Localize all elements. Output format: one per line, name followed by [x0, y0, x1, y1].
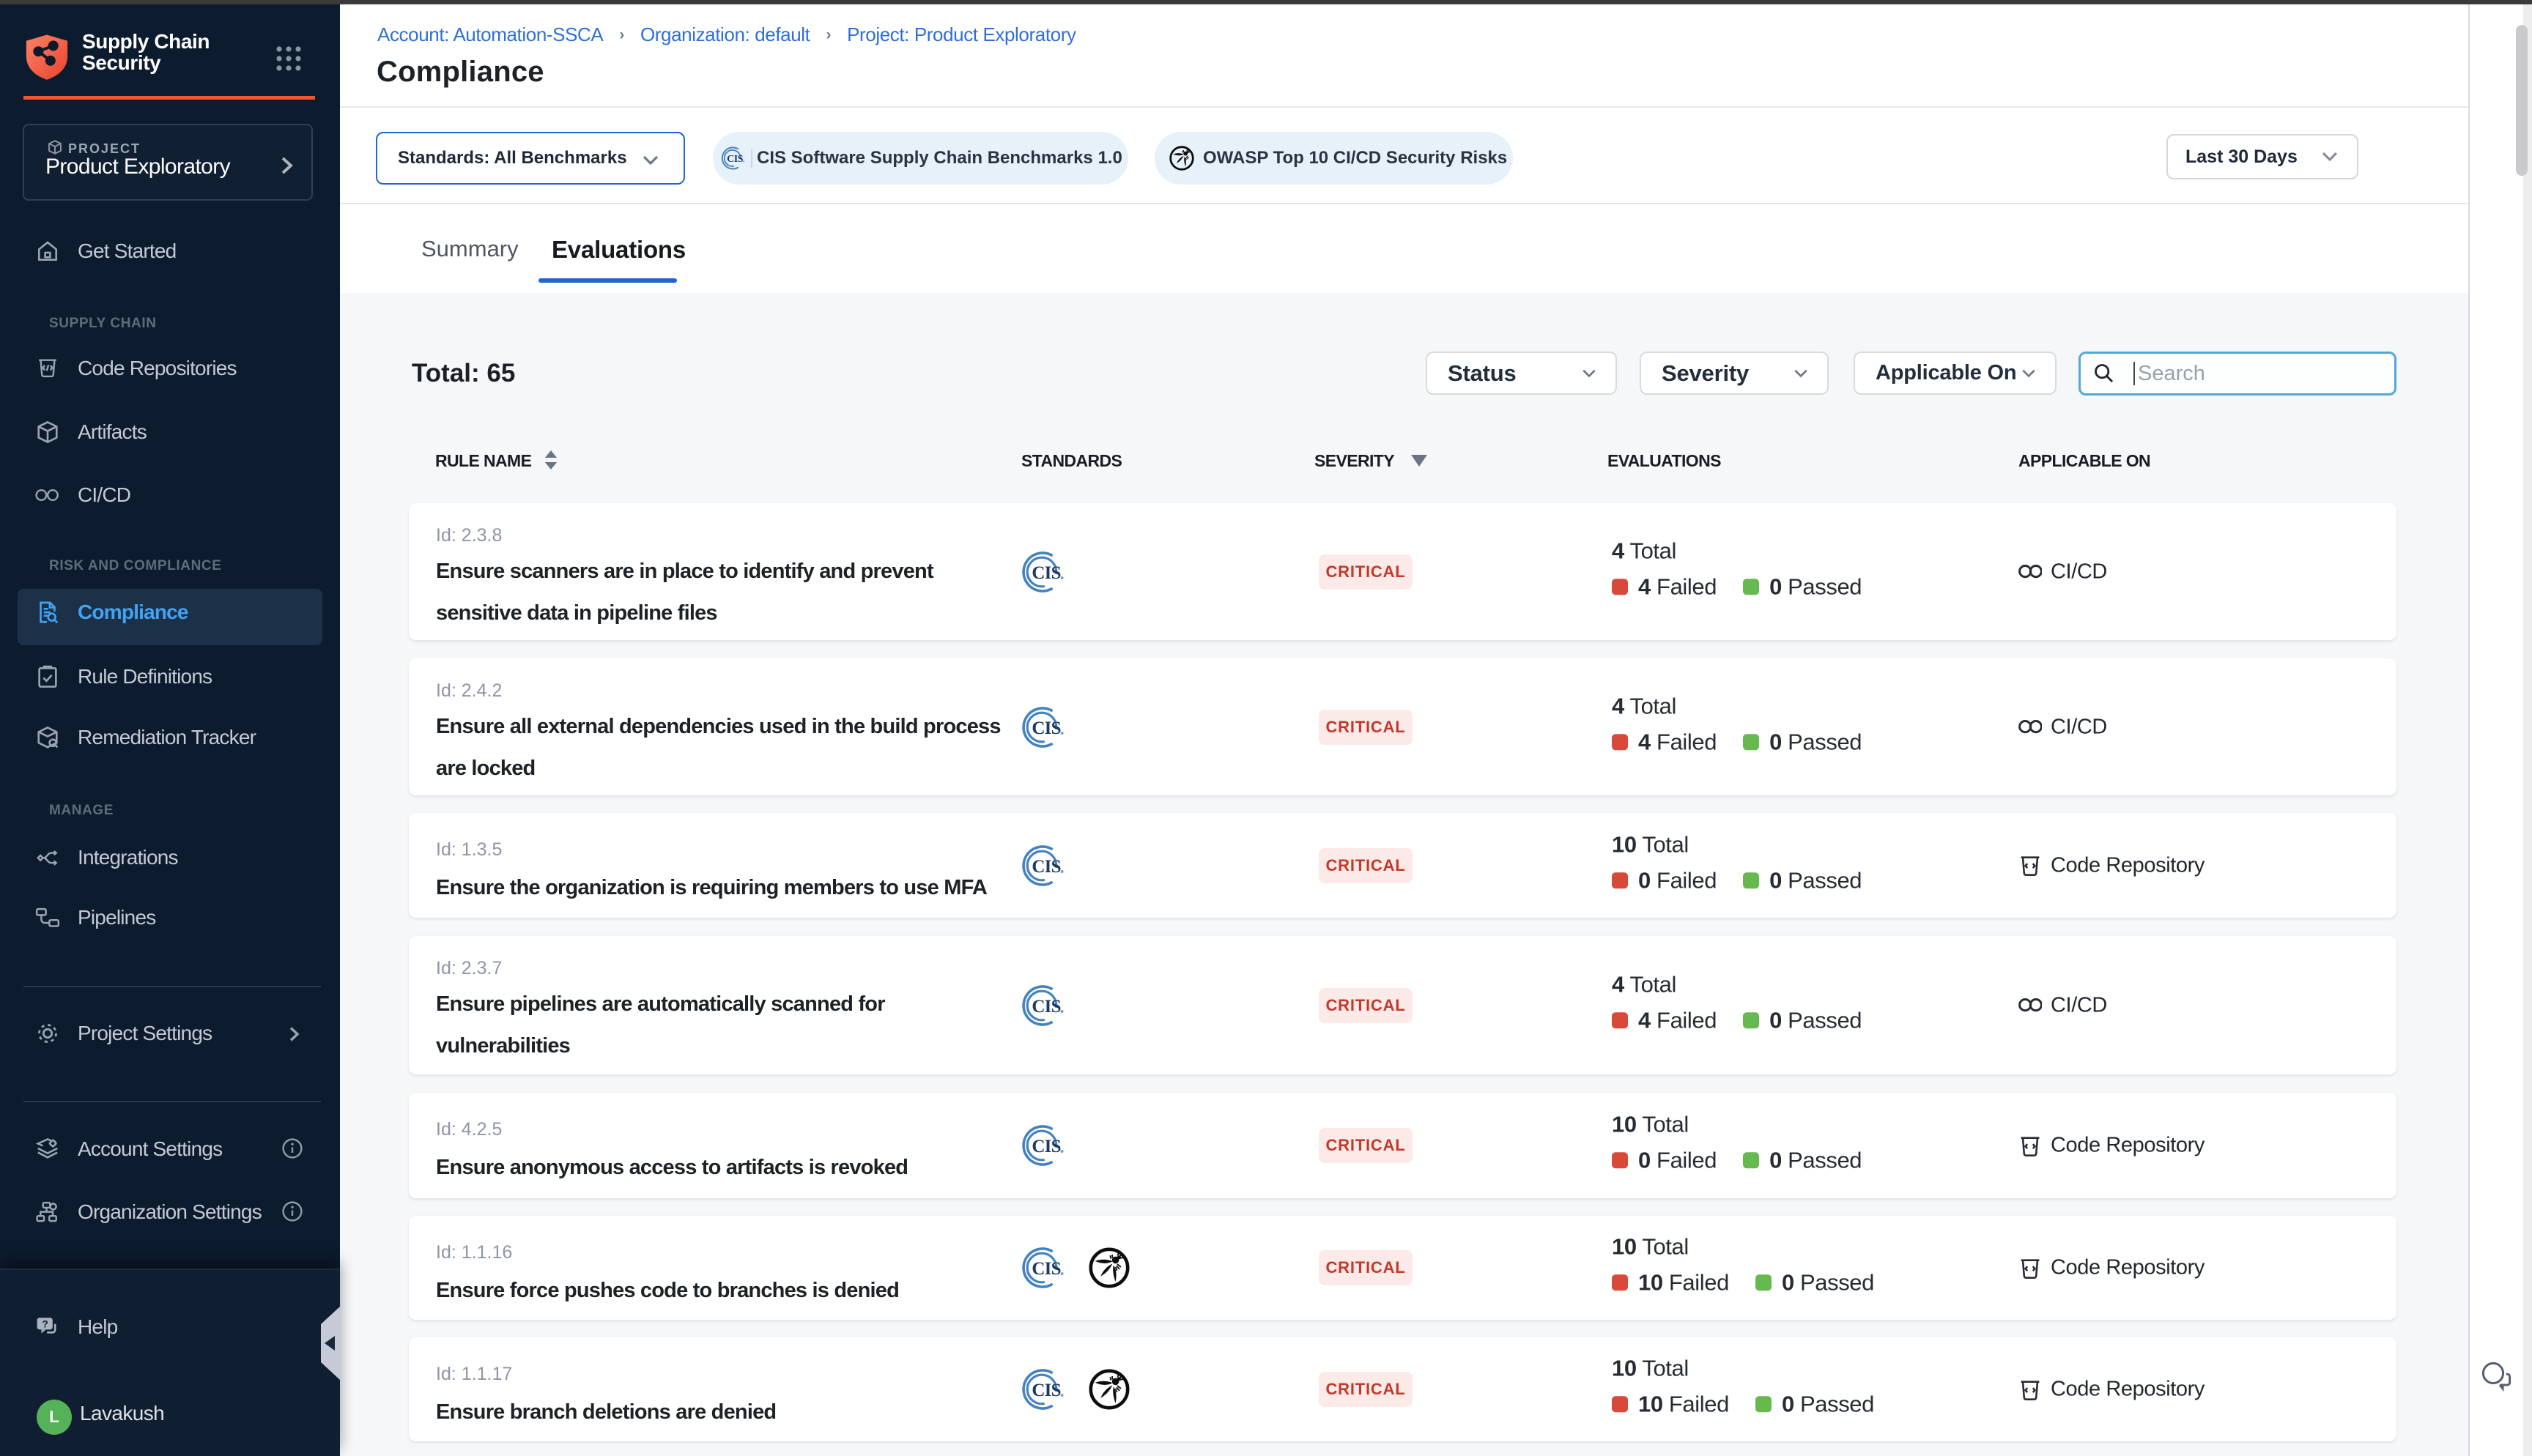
svg-text:?: ? — [42, 1318, 48, 1329]
